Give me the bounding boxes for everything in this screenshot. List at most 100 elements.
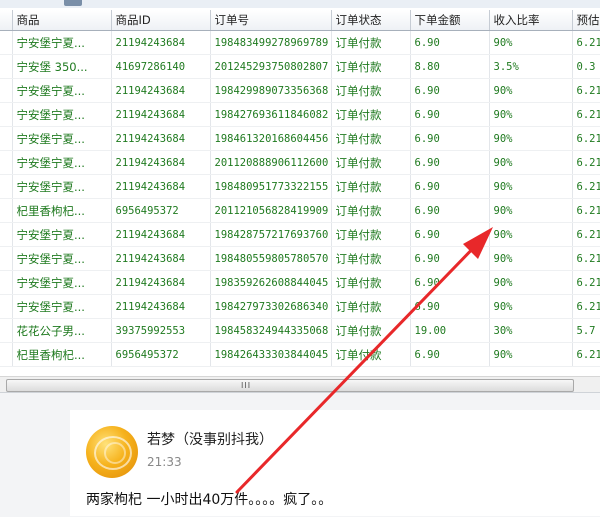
- table-cell: 8.80: [410, 54, 490, 79]
- table-cell: 19.00: [410, 318, 490, 343]
- table-row[interactable]: 宁安堡宁夏... 21194243684 198480559805780570 订单付…: [0, 246, 600, 271]
- table-cell: 198429989073356368: [210, 78, 332, 103]
- table-cell: 90%: [489, 78, 573, 103]
- table-cell: 订单付款: [331, 102, 411, 127]
- table-cell: 6.21: [572, 30, 600, 55]
- scrollbar-grip: III: [241, 381, 252, 390]
- table-cell: 198480951773322155: [210, 174, 332, 199]
- table-cell: 198428757217693760: [210, 222, 332, 247]
- table-cell: 订单付款: [331, 246, 411, 271]
- table-row[interactable]: 宁安堡宁夏... 21194243684 198359262608844045 订单付…: [0, 270, 600, 295]
- table-cell: 6.90: [410, 30, 490, 55]
- header-cell[interactable]: 商品ID: [111, 10, 211, 31]
- table-cell: 21194243684: [111, 222, 211, 247]
- toolbar-tab[interactable]: [64, 0, 82, 6]
- scrollbar-thumb[interactable]: III: [6, 379, 574, 392]
- table-row[interactable]: 花花公子男... 39375992553 198458324944335068 订单付…: [0, 318, 600, 343]
- row-lead-cell: [0, 270, 13, 295]
- table-row[interactable]: 宁安堡宁夏... 21194243684 198428757217693760 订单付…: [0, 222, 600, 247]
- table-cell: 订单付款: [331, 126, 411, 151]
- table-cell: 宁安堡宁夏...: [12, 270, 112, 295]
- table-cell: 6.90: [410, 222, 490, 247]
- header-cell[interactable]: 下单金额: [410, 10, 490, 31]
- table-cell: 41697286140: [111, 54, 211, 79]
- table-cell: 6.90: [410, 246, 490, 271]
- table-cell: 6.21: [572, 294, 600, 319]
- table-cell: 21194243684: [111, 102, 211, 127]
- table-cell: 订单付款: [331, 318, 411, 343]
- table-cell: 6.90: [410, 342, 490, 367]
- table-row[interactable]: 杞里香枸杞... 6956495372 198426433303844045 订单付款…: [0, 342, 600, 367]
- table-cell: 5.7: [572, 318, 600, 343]
- table-cell: 6.21: [572, 174, 600, 199]
- table-cell: 订单付款: [331, 78, 411, 103]
- table-row[interactable]: 宁安堡宁夏... 21194243684 198429989073356368 订单付…: [0, 78, 600, 103]
- row-lead-cell: [0, 318, 13, 343]
- row-lead-cell: [0, 246, 13, 271]
- table-cell: 198427973302686340: [210, 294, 332, 319]
- table-cell: 21194243684: [111, 78, 211, 103]
- table-cell: 杞里香枸杞...: [12, 342, 112, 367]
- header-cell[interactable]: 商品: [12, 10, 112, 31]
- table-cell: 6.21: [572, 222, 600, 247]
- table-cell: 90%: [489, 198, 573, 223]
- table-cell: 6.90: [410, 294, 490, 319]
- table-cell: 6956495372: [111, 342, 211, 367]
- table-cell: 6.90: [410, 270, 490, 295]
- table-cell: 6.21: [572, 246, 600, 271]
- table-cell: 21194243684: [111, 150, 211, 175]
- table-cell: 6956495372: [111, 198, 211, 223]
- header-cell[interactable]: 订单状态: [331, 10, 411, 31]
- table-row[interactable]: 宁安堡宁夏... 21194243684 198461320168604456 订单付…: [0, 126, 600, 151]
- table-cell: 宁安堡宁夏...: [12, 294, 112, 319]
- table-cell: 90%: [489, 342, 573, 367]
- row-lead-cell: [0, 126, 13, 151]
- table-cell: 宁安堡宁夏...: [12, 126, 112, 151]
- table-cell: 90%: [489, 294, 573, 319]
- row-lead-cell: [0, 102, 13, 127]
- table-row[interactable]: 宁安堡宁夏... 21194243684 198427693611846082 订单付…: [0, 102, 600, 127]
- table-cell: 6.21: [572, 342, 600, 367]
- table-cell: 6.90: [410, 174, 490, 199]
- table-row[interactable]: 宁安堡宁夏... 21194243684 198427973302686340 订单付…: [0, 294, 600, 319]
- table-cell: 6.90: [410, 102, 490, 127]
- table-row[interactable]: 宁安堡宁夏... 21194243684 201120888906112600 订单付…: [0, 150, 600, 175]
- table-row[interactable]: 宁安堡宁夏... 21194243684 198483499278969789 订单付…: [0, 30, 600, 55]
- table-cell: 订单付款: [331, 150, 411, 175]
- row-lead-cell: [0, 174, 13, 199]
- table-row[interactable]: 宁安堡 350... 41697286140 201245293750802807 订…: [0, 54, 600, 79]
- table-cell: 21194243684: [111, 126, 211, 151]
- table-cell: 198483499278969789: [210, 30, 332, 55]
- table-cell: 6.90: [410, 150, 490, 175]
- table-cell: 90%: [489, 126, 573, 151]
- table-cell: 6.90: [410, 78, 490, 103]
- table-cell: 6.21: [572, 78, 600, 103]
- table-row[interactable]: 杞里香枸杞... 6956495372 201121056828419909 订单付款…: [0, 198, 600, 223]
- header-cell[interactable]: 预估: [572, 10, 600, 31]
- avatar[interactable]: [86, 426, 138, 478]
- row-lead-cell: [0, 294, 13, 319]
- table-cell: 宁安堡宁夏...: [12, 246, 112, 271]
- header-cell-lead[interactable]: [0, 10, 13, 31]
- toolbar-strip: [0, 0, 600, 8]
- table-cell: 杞里香枸杞...: [12, 198, 112, 223]
- table-cell: 90%: [489, 222, 573, 247]
- table-cell: 201120888906112600: [210, 150, 332, 175]
- table-cell: 宁安堡宁夏...: [12, 150, 112, 175]
- table-cell: 订单付款: [331, 342, 411, 367]
- table-cell: 花花公子男...: [12, 318, 112, 343]
- table-cell: 39375992553: [111, 318, 211, 343]
- table-cell: 6.21: [572, 270, 600, 295]
- table-cell: 宁安堡 350...: [12, 54, 112, 79]
- table-cell: 订单付款: [331, 270, 411, 295]
- row-lead-cell: [0, 342, 13, 367]
- header-cell[interactable]: 收入比率: [489, 10, 573, 31]
- table-cell: 21194243684: [111, 174, 211, 199]
- header-cell[interactable]: 订单号: [210, 10, 332, 31]
- chat-timestamp: 21:33: [147, 455, 182, 469]
- horizontal-scrollbar[interactable]: III: [0, 376, 600, 392]
- orders-table: 商品 商品ID 订单号 订单状态 下单金额 收入比率 预估 宁安堡宁夏... 21194243…: [0, 10, 600, 367]
- table-row[interactable]: 宁安堡宁夏... 21194243684 198480951773322155 订单付…: [0, 174, 600, 199]
- table-cell: 21194243684: [111, 246, 211, 271]
- table-cell: 6.90: [410, 198, 490, 223]
